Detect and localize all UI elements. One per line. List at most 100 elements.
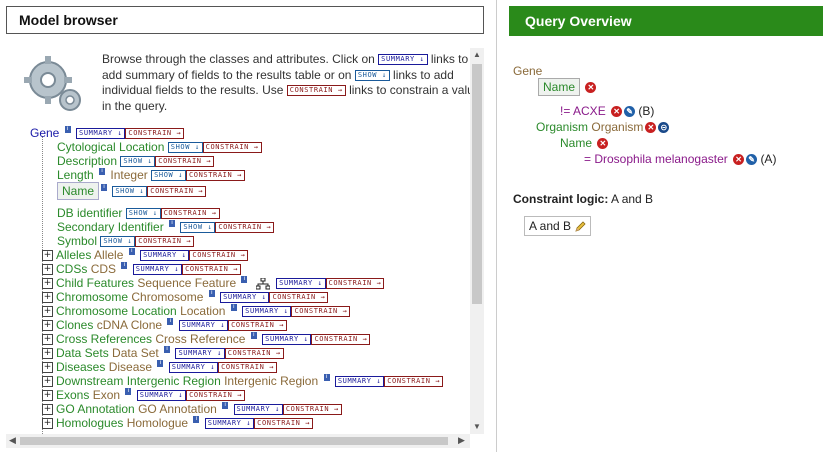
info-icon[interactable]: i [241, 276, 248, 283]
pencil-icon[interactable] [574, 221, 586, 233]
remove-icon[interactable]: ✕ [645, 122, 657, 134]
info-icon[interactable]: i [193, 416, 200, 423]
expand-icon[interactable]: + [42, 362, 53, 374]
constrain-button[interactable]: CONSTRAIN → [189, 250, 249, 262]
info-icon[interactable]: i [121, 262, 128, 269]
join-icon[interactable]: ⊝ [658, 122, 670, 134]
show-button[interactable]: SHOW ↓ [151, 170, 186, 182]
constrain-button[interactable]: CONSTRAIN → [325, 278, 385, 290]
vertical-scrollbar[interactable]: ▲ ▼ [470, 48, 484, 434]
summary-button[interactable]: SUMMARY ↓ [168, 362, 219, 374]
constrain-button[interactable]: CONSTRAIN → [254, 418, 314, 430]
vertical-scroll-thumb[interactable] [472, 64, 482, 304]
info-icon[interactable]: i [99, 168, 106, 175]
info-icon[interactable]: i [157, 360, 164, 367]
summary-button[interactable]: SUMMARY ↓ [242, 306, 292, 318]
attribute-name: Symbol [57, 234, 98, 248]
expand-icon[interactable]: + [42, 278, 53, 290]
constrain-button[interactable]: CONSTRAIN → [282, 404, 342, 416]
constrain-button[interactable]: CONSTRAIN → [155, 156, 215, 168]
expand-icon[interactable]: + [42, 250, 53, 262]
show-button[interactable]: SHOW ↓ [100, 236, 136, 248]
info-icon[interactable]: i [222, 402, 229, 409]
constrain-button[interactable]: CONSTRAIN → [186, 390, 246, 402]
info-icon[interactable]: i [164, 346, 171, 353]
constrain-button[interactable]: CONSTRAIN → [147, 186, 207, 198]
edit-icon[interactable]: ✎ [746, 154, 758, 166]
constrain-button[interactable]: CONSTRAIN → [228, 320, 288, 332]
show-button[interactable]: SHOW ↓ [180, 222, 216, 234]
info-icon[interactable]: i [128, 248, 135, 255]
expand-icon[interactable]: + [42, 320, 53, 332]
edit-icon[interactable]: ✎ [624, 106, 636, 118]
constraint-logic-box[interactable]: A and B [524, 216, 592, 236]
constrain-button[interactable]: CONSTRAIN → [218, 362, 278, 374]
info-icon[interactable]: i [208, 290, 215, 297]
summary-button[interactable]: SUMMARY ↓ [262, 334, 312, 346]
show-button[interactable]: SHOW ↓ [167, 142, 203, 154]
summary-button[interactable]: SUMMARY ↓ [132, 264, 183, 276]
constrain-button[interactable]: CONSTRAIN → [311, 334, 371, 346]
constrain-button[interactable]: CONSTRAIN → [135, 236, 195, 248]
remove-icon[interactable]: ✕ [585, 82, 597, 94]
horizontal-scroll-thumb[interactable] [20, 437, 448, 445]
constrain-button[interactable]: CONSTRAIN → [125, 128, 185, 140]
remove-icon[interactable]: ✕ [733, 154, 745, 166]
summary-button[interactable]: SUMMARY ↓ [204, 418, 255, 430]
constrain-button[interactable]: CONSTRAIN → [182, 264, 242, 276]
info-icon[interactable]: i [323, 374, 330, 381]
expand-icon[interactable]: + [42, 418, 53, 430]
show-button[interactable]: SHOW ↓ [120, 156, 156, 168]
expand-icon[interactable]: + [42, 404, 53, 416]
query-name-box[interactable]: Name [538, 78, 581, 96]
horizontal-scrollbar[interactable]: ◀ ▶ [6, 434, 470, 448]
expand-icon[interactable]: + [42, 264, 53, 276]
expand-icon[interactable]: + [42, 292, 53, 304]
constraint-1-code: (B) [638, 104, 655, 118]
scroll-down-icon[interactable]: ▼ [473, 422, 481, 431]
constrain-button[interactable]: CONSTRAIN → [384, 376, 444, 388]
expand-icon[interactable]: + [42, 376, 53, 388]
summary-button[interactable]: SUMMARY ↓ [178, 320, 229, 332]
remove-icon[interactable]: ✕ [611, 106, 623, 118]
info-icon[interactable]: i [167, 318, 174, 325]
constrain-button[interactable]: CONSTRAIN → [224, 348, 284, 360]
constrain-button[interactable]: CONSTRAIN → [202, 142, 262, 154]
gears-icon [24, 56, 81, 111]
remove-icon[interactable]: ✕ [597, 138, 609, 150]
expand-icon[interactable]: + [42, 348, 53, 360]
scroll-right-icon[interactable]: ▶ [458, 435, 465, 446]
hierarchy-icon[interactable] [255, 277, 270, 290]
reference-type: Sequence Feature [137, 276, 237, 290]
model-browser-header: Model browser [6, 6, 484, 34]
constrain-button[interactable]: CONSTRAIN → [269, 292, 329, 304]
summary-button[interactable]: SUMMARY ↓ [334, 376, 385, 388]
constrain-button[interactable]: CONSTRAIN → [215, 222, 275, 234]
organism-name-label: Name [560, 136, 593, 150]
constrain-button[interactable]: CONSTRAIN → [185, 170, 245, 182]
reference-type: Cross Reference [155, 332, 246, 346]
constrain-button[interactable]: CONSTRAIN → [291, 306, 351, 318]
expand-icon[interactable]: + [42, 390, 53, 402]
summary-button[interactable]: SUMMARY ↓ [276, 278, 326, 290]
summary-button[interactable]: SUMMARY ↓ [76, 128, 126, 140]
summary-button[interactable]: SUMMARY ↓ [220, 292, 270, 304]
summary-button[interactable]: SUMMARY ↓ [136, 390, 187, 402]
show-button[interactable]: SHOW ↓ [125, 208, 161, 220]
expand-icon[interactable]: + [42, 306, 53, 318]
info-icon[interactable]: i [169, 220, 176, 227]
scroll-up-icon[interactable]: ▲ [473, 50, 481, 59]
info-icon[interactable]: i [64, 126, 71, 133]
scroll-left-icon[interactable]: ◀ [9, 435, 16, 446]
expand-icon[interactable]: + [42, 334, 53, 346]
info-icon[interactable]: i [250, 332, 257, 339]
info-icon[interactable]: i [125, 388, 132, 395]
info-icon[interactable]: i [101, 184, 108, 191]
summary-button[interactable]: SUMMARY ↓ [140, 250, 190, 262]
class-name-gene[interactable]: Gene [30, 126, 59, 140]
summary-button[interactable]: SUMMARY ↓ [175, 348, 225, 360]
info-icon[interactable]: i [230, 304, 237, 311]
constrain-button[interactable]: CONSTRAIN → [160, 208, 220, 220]
summary-button[interactable]: SUMMARY ↓ [233, 404, 283, 416]
show-button[interactable]: SHOW ↓ [112, 186, 148, 198]
